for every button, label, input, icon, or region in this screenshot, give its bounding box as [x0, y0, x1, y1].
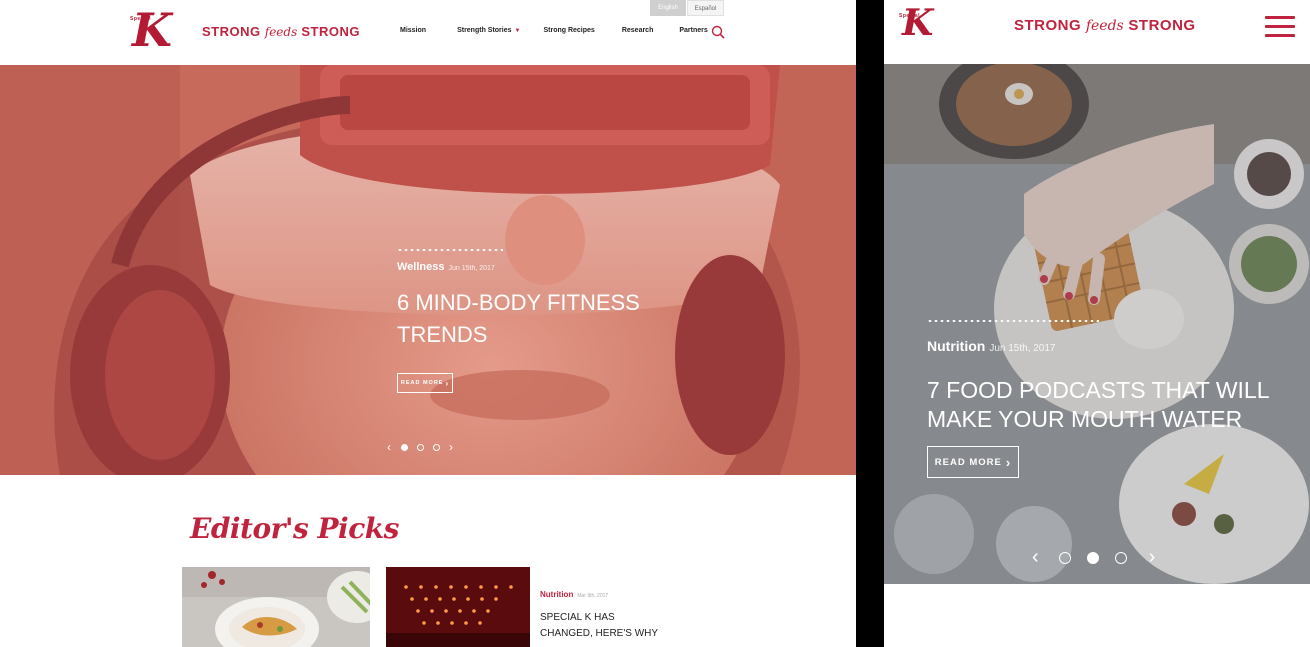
- logo-letter: K: [902, 2, 934, 44]
- chevron-right-icon: ›: [1005, 454, 1012, 470]
- editors-pick-date: Mar 9th, 2017: [577, 593, 609, 599]
- brand-word-mid: feeds: [1085, 18, 1124, 34]
- hero-category: Wellness Jun 15th, 2017: [397, 261, 495, 273]
- nav-mission[interactable]: Mission: [400, 27, 426, 34]
- editors-pick-title[interactable]: SPECIAL K HAS CHANGED, HERE'S WHY: [540, 610, 670, 642]
- language-spanish-button[interactable]: Español: [687, 0, 724, 16]
- carousel-dot-2[interactable]: [417, 443, 424, 451]
- hero-title-line2: MAKE YOUR MOUTH WATER: [927, 406, 1243, 432]
- hero-title[interactable]: 6 MIND-BODY FITNESS TRENDS: [397, 287, 640, 351]
- desktop-view: Special K STRONG feeds STRONG English Es…: [0, 0, 856, 647]
- search-icon[interactable]: [711, 25, 725, 39]
- hero-category-label[interactable]: Nutrition: [927, 338, 985, 354]
- hero-title-line2: TRENDS: [397, 322, 488, 347]
- hamburger-menu-icon[interactable]: [1265, 16, 1295, 38]
- desktop-header: Special K STRONG feeds STRONG English Es…: [0, 0, 856, 65]
- carousel-dot-1[interactable]: [401, 443, 408, 451]
- brand-tagline: STRONG feeds STRONG: [202, 24, 360, 39]
- brand-word-right: STRONG: [301, 24, 360, 39]
- special-k-logo[interactable]: Special K: [128, 3, 172, 57]
- hero-date: Jun 15th, 2017: [989, 343, 1056, 354]
- nav-strength-stories[interactable]: Strength Stories ▼: [457, 27, 520, 34]
- language-english-button[interactable]: English: [650, 0, 686, 16]
- editors-pick-category-label[interactable]: Nutrition: [540, 590, 573, 599]
- hero-category-label[interactable]: Wellness: [397, 261, 445, 273]
- editors-picks-heading: Editor's Picks: [190, 512, 399, 545]
- dropdown-caret-icon: ▼: [514, 28, 521, 34]
- brand-word-left: STRONG: [1014, 17, 1082, 34]
- chevron-right-icon: ›: [445, 378, 450, 388]
- carousel-dot-3[interactable]: [1114, 551, 1127, 564]
- hero-carousel-controls: ‹ ›: [387, 440, 453, 454]
- hero-dots-divider: [397, 249, 503, 251]
- carousel-prev-chevron-left-icon[interactable]: ‹: [1032, 546, 1039, 569]
- carousel-dot-2[interactable]: [1086, 551, 1099, 564]
- nav-strength-stories-label: Strength Stories: [457, 27, 512, 34]
- special-k-logo[interactable]: Special K: [898, 2, 934, 44]
- hero-title-line1: 6 MIND-BODY FITNESS: [397, 290, 640, 315]
- read-more-label: READ MORE: [934, 456, 1002, 468]
- nav-strong-recipes[interactable]: Strong Recipes: [543, 27, 594, 34]
- carousel-dot-3[interactable]: [433, 443, 440, 451]
- editors-pick-image-food[interactable]: [182, 567, 370, 647]
- brand-word-left: STRONG: [202, 24, 261, 39]
- editors-pick-image-lights[interactable]: [386, 567, 530, 647]
- brand-word-right: STRONG: [1128, 17, 1196, 34]
- logo-letter: K: [132, 3, 172, 57]
- read-more-button[interactable]: READ MORE ›: [397, 373, 453, 393]
- editors-pick-category: Nutrition Mar 9th, 2017: [540, 590, 608, 599]
- mobile-hero-slider: Nutrition Jun 15th, 2017 7 FOOD PODCASTS …: [884, 64, 1310, 584]
- carousel-dot-1[interactable]: [1058, 551, 1071, 564]
- hero-dots-divider: [927, 320, 1099, 322]
- carousel-next-chevron-right-icon[interactable]: ›: [449, 440, 453, 454]
- mobile-header: Special K STRONG feeds STRONG: [884, 0, 1310, 64]
- hero-title-line1: 7 FOOD PODCASTS THAT WILL: [927, 377, 1270, 403]
- hero-title[interactable]: 7 FOOD PODCASTS THAT WILL MAKE YOUR MOUT…: [927, 376, 1270, 434]
- desktop-hero-slider: Wellness Jun 15th, 2017 6 MIND-BODY FITNE…: [0, 65, 856, 475]
- carousel-next-chevron-right-icon[interactable]: ›: [1149, 546, 1156, 569]
- read-more-label: READ MORE: [400, 380, 444, 386]
- mobile-view: Special K STRONG feeds STRONG Nutrition …: [884, 0, 1310, 647]
- nav-research[interactable]: Research: [622, 27, 654, 34]
- read-more-button[interactable]: READ MORE ›: [927, 446, 1019, 478]
- nav-partners[interactable]: Partners: [679, 27, 707, 34]
- brand-tagline: STRONG feeds STRONG: [1014, 17, 1196, 34]
- main-nav: Mission Strength Stories ▼ Strong Recipes…: [400, 27, 736, 34]
- hero-carousel-controls: ‹ ›: [1032, 546, 1155, 569]
- carousel-prev-chevron-left-icon[interactable]: ‹: [387, 440, 391, 454]
- hero-date: Jun 15th, 2017: [448, 265, 495, 272]
- brand-word-mid: feeds: [264, 25, 298, 39]
- hero-category: Nutrition Jun 15th, 2017: [927, 338, 1056, 354]
